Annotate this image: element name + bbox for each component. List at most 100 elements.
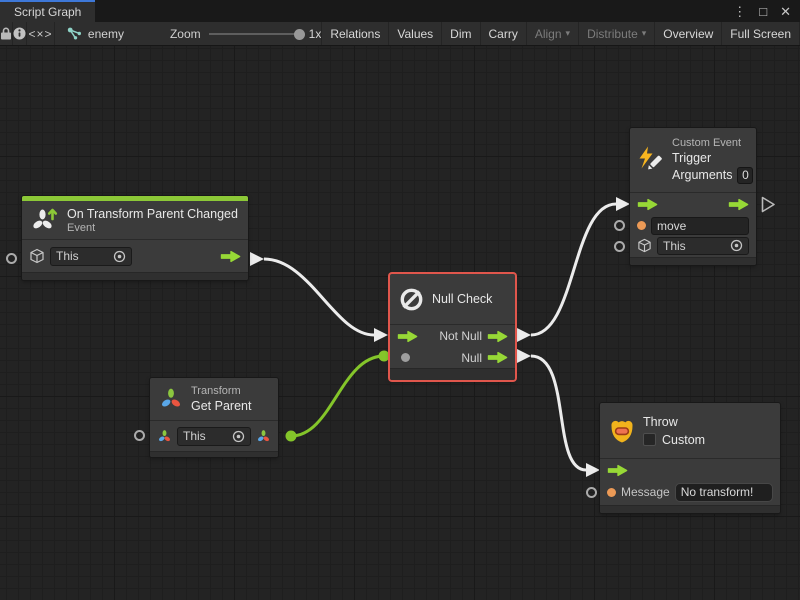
values-button[interactable]: Values xyxy=(389,22,442,45)
node-null-check[interactable]: Null Check Not Null Null xyxy=(390,274,515,380)
trigger-output-port-icon[interactable] xyxy=(487,351,508,364)
code-icon: <×> xyxy=(28,27,52,41)
node-custom-event-trigger[interactable]: Custom Event Trigger Arguments 0 xyxy=(630,128,756,265)
custom-event-icon xyxy=(636,145,666,175)
message-input-port[interactable] xyxy=(607,488,616,497)
object-picker-icon[interactable] xyxy=(113,250,126,263)
dim-button[interactable]: Dim xyxy=(442,22,480,45)
unconnected-input-indicator[interactable] xyxy=(586,487,597,498)
toolbar: <×> enemy Zoom 1x Relations Values Dim C… xyxy=(0,22,800,46)
unconnected-input-indicator[interactable] xyxy=(614,220,625,231)
name-input-port[interactable] xyxy=(637,221,646,230)
node-throw[interactable]: Throw Custom Message No tr xyxy=(600,403,780,513)
unconnected-input-indicator[interactable] xyxy=(134,430,145,441)
trigger-input-port-icon[interactable] xyxy=(397,330,418,343)
zoom-slider-knob[interactable] xyxy=(294,29,305,40)
wire-event-to-nullcheck xyxy=(250,252,388,342)
wire-getparent-to-nullcheck xyxy=(286,351,390,442)
carry-button[interactable]: Carry xyxy=(481,22,527,45)
close-icon[interactable]: ✕ xyxy=(780,5,791,18)
node-on-transform-parent-changed[interactable]: On Transform Parent Changed Event This xyxy=(22,196,248,280)
chevron-down-icon: ▾ xyxy=(642,29,647,38)
zoom-slider[interactable] xyxy=(209,28,301,40)
node-header: Custom Event Trigger Arguments 0 xyxy=(630,128,756,192)
value-input-port[interactable] xyxy=(401,353,410,362)
trigger-input-port-icon[interactable] xyxy=(607,464,628,477)
node-category: Transform xyxy=(191,385,251,398)
transform-port-icon[interactable] xyxy=(157,429,172,444)
zoom-value: 1x xyxy=(309,27,322,41)
lock-icon xyxy=(0,27,12,40)
node-footer xyxy=(600,505,780,513)
object-picker-icon[interactable] xyxy=(232,430,245,443)
node-get-parent[interactable]: Transform Get Parent This xyxy=(150,378,278,457)
align-button: Align▾ xyxy=(527,22,579,45)
target-dropdown[interactable]: This xyxy=(657,237,749,255)
graph-breadcrumb[interactable]: enemy xyxy=(55,22,136,45)
lock-button[interactable] xyxy=(0,22,13,45)
code-view-button[interactable]: <×> xyxy=(27,22,55,45)
tab-script-graph[interactable]: Script Graph xyxy=(0,0,95,22)
wire-null-to-throw xyxy=(517,349,600,477)
overview-button[interactable]: Overview xyxy=(655,22,722,45)
arguments-count-field[interactable]: 0 xyxy=(737,167,753,184)
custom-checkbox-label: Custom xyxy=(662,432,705,448)
event-name-field[interactable]: move xyxy=(651,217,749,235)
null-check-icon xyxy=(398,286,425,313)
node-footer xyxy=(630,257,756,265)
script-graph-window: Script Graph ⋮ □ ✕ <×> enemy xyxy=(0,0,800,600)
menu-icon[interactable]: ⋮ xyxy=(733,5,746,18)
target-dropdown[interactable]: This xyxy=(177,427,251,446)
maximize-icon[interactable]: □ xyxy=(759,5,767,18)
node-header: Transform Get Parent xyxy=(150,378,278,420)
message-field[interactable]: No transform! xyxy=(675,483,773,502)
target-dropdown[interactable]: This xyxy=(50,247,132,266)
info-button[interactable] xyxy=(13,22,27,45)
gameobject-cube-icon xyxy=(29,248,45,264)
node-footer xyxy=(390,368,515,380)
fullscreen-button[interactable]: Full Screen xyxy=(722,22,800,45)
node-header: Throw Custom xyxy=(600,403,780,458)
titlebar: Script Graph ⋮ □ ✕ xyxy=(0,0,800,22)
window-controls: ⋮ □ ✕ xyxy=(724,0,800,22)
node-header: On Transform Parent Changed Event xyxy=(22,201,248,239)
message-label: Message xyxy=(621,485,670,499)
gameobject-cube-icon xyxy=(637,238,652,253)
node-title: On Transform Parent Changed xyxy=(67,206,238,222)
null-port-label: Null xyxy=(461,351,482,365)
transform-output-port-icon[interactable] xyxy=(256,429,271,444)
transform-icon xyxy=(158,386,184,412)
unconnected-input-indicator[interactable] xyxy=(614,241,625,252)
node-header: Null Check xyxy=(390,274,515,324)
chevron-down-icon: ▾ xyxy=(566,29,571,38)
node-title: Null Check xyxy=(432,291,492,307)
unconnected-output-indicator[interactable] xyxy=(761,196,776,213)
node-category: Custom Event xyxy=(672,137,753,150)
object-picker-icon[interactable] xyxy=(730,239,743,252)
distribute-button: Distribute▾ xyxy=(579,22,655,45)
relations-button[interactable]: Relations xyxy=(322,22,389,45)
node-footer xyxy=(22,272,248,280)
node-title: Get Parent xyxy=(191,398,251,414)
node-title: Trigger xyxy=(672,150,753,166)
zoom-label: Zoom xyxy=(170,27,201,41)
custom-checkbox[interactable] xyxy=(643,433,656,446)
trigger-output-port-icon[interactable] xyxy=(487,330,508,343)
arguments-label: Arguments xyxy=(672,167,732,183)
info-icon xyxy=(13,27,26,40)
trigger-output-port-icon[interactable] xyxy=(728,198,749,211)
unconnected-input-indicator[interactable] xyxy=(6,253,17,264)
throw-exception-icon xyxy=(608,417,636,445)
zoom-control: Zoom 1x xyxy=(170,22,321,45)
node-footer xyxy=(150,451,278,457)
graph-canvas[interactable]: On Transform Parent Changed Event This xyxy=(0,46,800,600)
node-title: Throw xyxy=(643,414,705,430)
trigger-input-port-icon[interactable] xyxy=(637,198,658,211)
zoom-slider-track xyxy=(209,33,301,35)
graph-icon xyxy=(67,27,82,40)
trigger-output-port-icon[interactable] xyxy=(220,250,241,263)
node-subtitle: Event xyxy=(67,222,238,235)
tab-title: Script Graph xyxy=(14,5,81,19)
wire-notnull-to-customevent xyxy=(517,197,630,342)
transform-event-icon xyxy=(30,205,60,235)
